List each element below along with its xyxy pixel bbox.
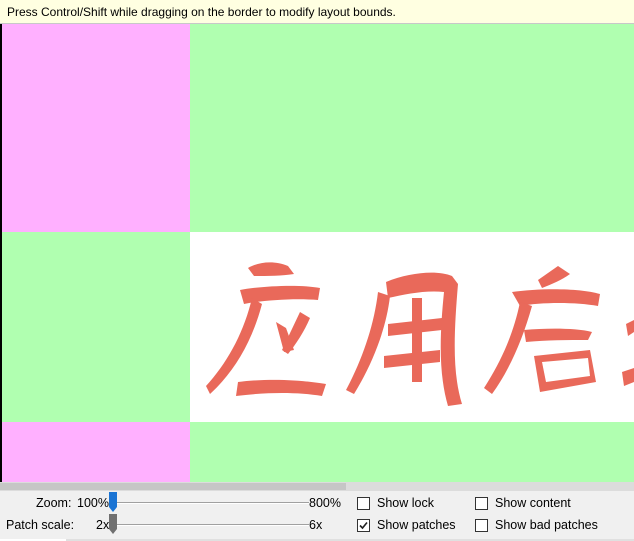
zoom-slider-track[interactable] xyxy=(113,502,309,504)
show-lock-checkbox[interactable] xyxy=(357,496,370,510)
patch-scale-max-label: 6x xyxy=(309,518,323,532)
patch-top-center xyxy=(190,24,634,232)
content-artwork xyxy=(190,232,634,422)
hint-bar: Press Control/Shift while dragging on th… xyxy=(0,0,634,24)
patch-scale-min-label: 2x xyxy=(96,518,110,532)
show-patches-option[interactable]: Show patches xyxy=(357,517,456,533)
zoom-min-label: 100% xyxy=(77,496,109,510)
show-bad-patches-option[interactable]: Show bad patches xyxy=(475,517,598,533)
patch-top-left xyxy=(0,24,190,232)
patch-bottom-left xyxy=(0,422,190,482)
show-content-label: Show content xyxy=(495,496,571,510)
check-icon xyxy=(359,521,368,529)
patch-bottom-center xyxy=(190,422,634,482)
horizontal-scrollbar[interactable] xyxy=(0,482,634,491)
patch-middle-left xyxy=(0,232,190,422)
calligraphy-artwork xyxy=(206,262,634,406)
patch-scale-slider-thumb[interactable] xyxy=(109,514,117,534)
zoom-label: Zoom: xyxy=(36,496,72,510)
zoom-max-label: 800% xyxy=(309,496,341,510)
controls-panel: Zoom: 100% 800% Patch scale: 2x 6x Show … xyxy=(0,491,634,541)
show-patches-checkbox[interactable] xyxy=(357,518,370,532)
hint-text: Press Control/Shift while dragging on th… xyxy=(7,5,396,19)
patch-border-line xyxy=(0,24,2,482)
show-patches-label: Show patches xyxy=(377,518,456,532)
patch-scale-label: Patch scale: xyxy=(6,518,75,532)
show-lock-option[interactable]: Show lock xyxy=(357,495,434,511)
show-bad-patches-checkbox[interactable] xyxy=(475,518,488,532)
show-bad-patches-label: Show bad patches xyxy=(495,518,598,532)
show-content-checkbox[interactable] xyxy=(475,496,488,510)
show-lock-label: Show lock xyxy=(377,496,434,510)
scrollbar-thumb[interactable] xyxy=(0,483,346,490)
show-content-option[interactable]: Show content xyxy=(475,495,571,511)
patch-scale-slider-track[interactable] xyxy=(113,524,309,526)
nine-patch-canvas[interactable] xyxy=(0,24,634,482)
zoom-slider-thumb[interactable] xyxy=(109,492,117,512)
